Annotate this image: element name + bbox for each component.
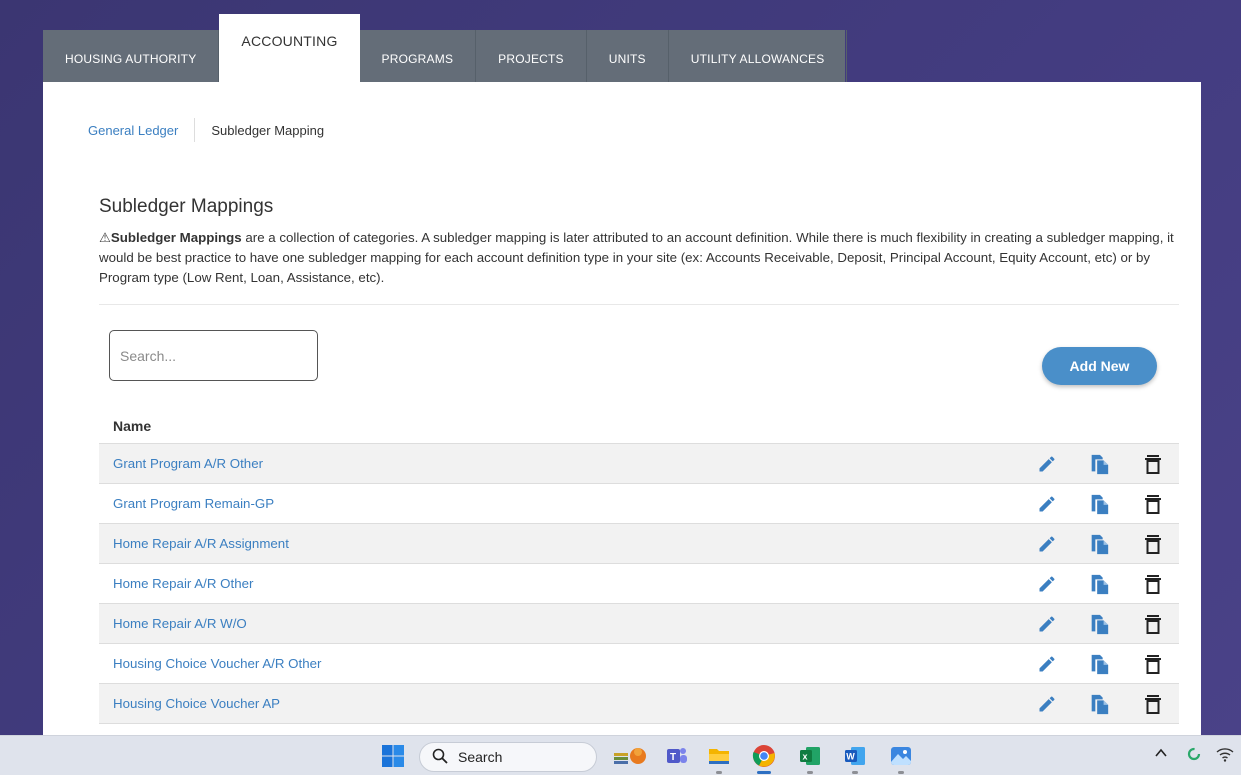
copy-icon[interactable] xyxy=(1085,690,1113,718)
row-name-link[interactable]: Home Repair A/R Assignment xyxy=(113,536,289,551)
svg-text:T: T xyxy=(670,752,676,763)
pencil-icon[interactable] xyxy=(1033,490,1061,518)
teams-icon[interactable]: T xyxy=(664,744,688,768)
add-new-button[interactable]: Add New xyxy=(1042,347,1157,385)
section-divider xyxy=(99,304,1179,305)
windows-taskbar: Search T x W xyxy=(0,735,1241,775)
taskbar-indicator xyxy=(716,771,722,774)
table-row: Home Repair A/R Other xyxy=(99,564,1179,604)
description-bold-term: Subledger Mappings xyxy=(110,230,242,245)
chevron-up-icon[interactable] xyxy=(1154,746,1168,764)
trash-icon[interactable] xyxy=(1139,530,1167,558)
trash-icon[interactable] xyxy=(1139,690,1167,718)
table-row: Home Repair A/R W/O xyxy=(99,604,1179,644)
copy-icon[interactable] xyxy=(1085,570,1113,598)
taskbar-indicator-active xyxy=(757,771,771,774)
tab-projects[interactable]: PROJECTS xyxy=(476,30,587,82)
pencil-icon[interactable] xyxy=(1033,690,1061,718)
photos-icon[interactable] xyxy=(889,744,913,768)
warning-icon: ⚠ xyxy=(99,230,111,245)
tab-programs[interactable]: PROGRAMS xyxy=(360,30,477,82)
row-actions xyxy=(1033,530,1179,558)
tab-units[interactable]: UNITS xyxy=(587,30,669,82)
tab-accounting[interactable]: ACCOUNTING xyxy=(219,14,360,82)
pencil-icon[interactable] xyxy=(1033,610,1061,638)
row-actions xyxy=(1033,650,1179,678)
subnav-general-ledger[interactable]: General Ledger xyxy=(88,123,194,138)
pencil-icon[interactable] xyxy=(1033,530,1061,558)
trash-icon[interactable] xyxy=(1139,650,1167,678)
table-row: Grant Program Remain-GP xyxy=(99,484,1179,524)
tab-housing-authority[interactable]: HOUSING AUTHORITY xyxy=(43,30,220,82)
mapping-table: Grant Program A/R Other Grant Program Re… xyxy=(99,444,1179,724)
copy-icon[interactable] xyxy=(1085,610,1113,638)
row-name-link[interactable]: Housing Choice Voucher A/R Other xyxy=(113,656,321,671)
taskbar-indicator xyxy=(852,771,858,774)
table-row: Housing Choice Voucher AP xyxy=(99,684,1179,724)
row-actions xyxy=(1033,690,1179,718)
widgets-icon[interactable] xyxy=(612,744,648,768)
row-name-link[interactable]: Home Repair A/R Other xyxy=(113,576,253,591)
trash-icon[interactable] xyxy=(1139,450,1167,478)
taskbar-search-label: Search xyxy=(458,749,503,765)
table-header-name[interactable]: Name xyxy=(99,408,1179,444)
page-description: ⚠Subledger Mappings are a collection of … xyxy=(99,228,1189,288)
row-actions xyxy=(1033,490,1179,518)
row-name-link[interactable]: Home Repair A/R W/O xyxy=(113,616,247,631)
description-text: are a collection of categories. A subled… xyxy=(99,230,1174,285)
row-name-link[interactable]: Grant Program A/R Other xyxy=(113,456,263,471)
row-name-link[interactable]: Housing Choice Voucher AP xyxy=(113,696,280,711)
trash-icon[interactable] xyxy=(1139,490,1167,518)
copy-icon[interactable] xyxy=(1085,530,1113,558)
row-actions xyxy=(1033,570,1179,598)
subnav-subledger-mapping[interactable]: Subledger Mapping xyxy=(195,123,324,138)
wifi-icon[interactable] xyxy=(1216,746,1234,766)
copy-icon[interactable] xyxy=(1085,450,1113,478)
copy-icon[interactable] xyxy=(1085,650,1113,678)
table-row: Housing Choice Voucher A/R Other xyxy=(99,644,1179,684)
svg-text:x: x xyxy=(803,752,808,762)
row-actions xyxy=(1033,450,1179,478)
pencil-icon[interactable] xyxy=(1033,570,1061,598)
svg-text:W: W xyxy=(846,752,855,762)
main-panel: General Ledger Subledger Mapping Subledg… xyxy=(43,82,1201,735)
taskbar-indicator xyxy=(898,771,904,774)
trash-icon[interactable] xyxy=(1139,610,1167,638)
windows-start-icon[interactable] xyxy=(381,744,405,768)
excel-icon[interactable]: x xyxy=(798,744,822,768)
search-icon xyxy=(432,748,448,767)
word-icon[interactable]: W xyxy=(843,744,867,768)
pencil-icon[interactable] xyxy=(1033,650,1061,678)
search-input[interactable] xyxy=(109,330,318,381)
row-name-link[interactable]: Grant Program Remain-GP xyxy=(113,496,274,511)
sync-icon[interactable] xyxy=(1186,746,1202,766)
pencil-icon[interactable] xyxy=(1033,450,1061,478)
page-title: Subledger Mappings xyxy=(99,196,274,217)
top-tab-bar: HOUSING AUTHORITY ACCOUNTING PROGRAMS PR… xyxy=(43,14,848,82)
table-row: Grant Program A/R Other xyxy=(99,444,1179,484)
copy-icon[interactable] xyxy=(1085,490,1113,518)
row-actions xyxy=(1033,610,1179,638)
tab-utility-allowances[interactable]: UTILITY ALLOWANCES xyxy=(669,30,848,82)
chrome-icon[interactable] xyxy=(752,744,776,768)
taskbar-indicator xyxy=(807,771,813,774)
trash-icon[interactable] xyxy=(1139,570,1167,598)
file-explorer-icon[interactable] xyxy=(707,744,731,768)
sub-navigation: General Ledger Subledger Mapping xyxy=(88,118,324,142)
table-row: Home Repair A/R Assignment xyxy=(99,524,1179,564)
taskbar-search-box[interactable]: Search xyxy=(419,742,597,772)
